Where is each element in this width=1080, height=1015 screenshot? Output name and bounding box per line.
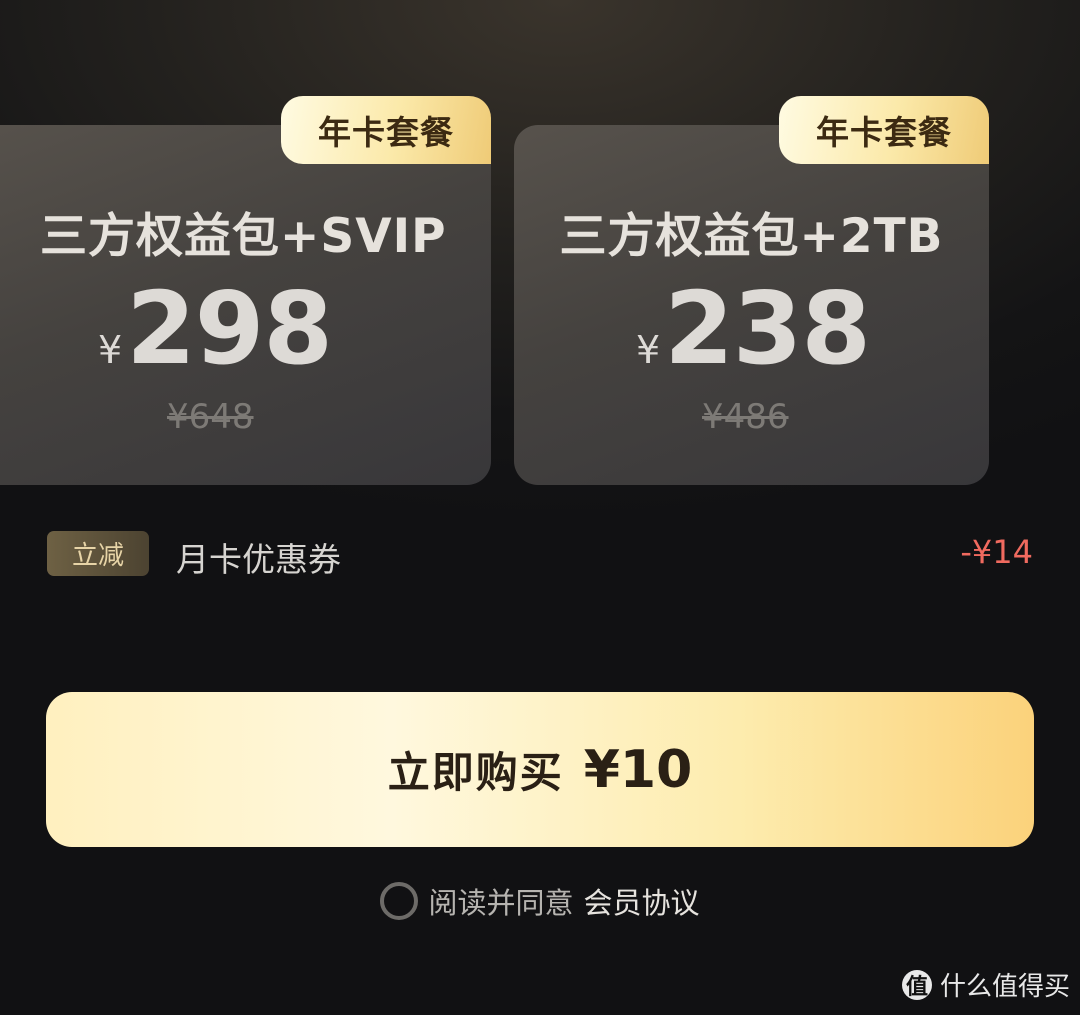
plan-original-price: ¥486 (702, 397, 789, 437)
agreement-radio[interactable] (380, 882, 419, 920)
plan-card-2tb[interactable]: 年卡套餐 三方权益包+2TB ¥ 238 ¥486 (514, 96, 989, 485)
plan-title: 三方权益包+SVIP (40, 209, 447, 264)
currency-symbol: ¥ (636, 328, 661, 372)
coupon-label: 月卡优惠券 (176, 540, 341, 579)
plan-price: 298 (126, 270, 333, 387)
buy-button-label: 立即购买 (387, 748, 564, 797)
agreement-row: 阅读并同意 会员协议 (0, 880, 1080, 922)
plan-price: 238 (664, 270, 871, 387)
discount-amount: -¥14 (960, 533, 1033, 571)
plan-price-row: ¥ 238 (514, 270, 989, 387)
agreement-prefix: 阅读并同意 (428, 886, 574, 920)
plan-price-row: ¥ 298 (0, 270, 491, 387)
buy-now-button[interactable]: 立即购买 ¥10 (46, 692, 1034, 847)
plan-card-svip[interactable]: 年卡套餐 三方权益包+SVIP ¥ 298 ¥648 (0, 96, 491, 485)
discount-badge: 立减 (47, 531, 149, 576)
plan-tag: 年卡套餐 (281, 96, 491, 164)
watermark: 值 什么值得买 (901, 966, 1070, 1003)
buy-button-price: ¥10 (583, 739, 693, 800)
watermark-text: 什么值得买 (939, 972, 1070, 1002)
membership-agreement-link[interactable]: 会员协议 (584, 880, 700, 922)
plan-title: 三方权益包+2TB (559, 209, 944, 264)
discount-row[interactable]: 立减 月卡优惠券 -¥14 (47, 531, 1033, 579)
currency-symbol: ¥ (98, 328, 123, 372)
plan-tag: 年卡套餐 (779, 96, 989, 164)
smzdm-logo-icon: 值 (901, 969, 932, 1000)
plan-original-price: ¥648 (167, 397, 254, 437)
